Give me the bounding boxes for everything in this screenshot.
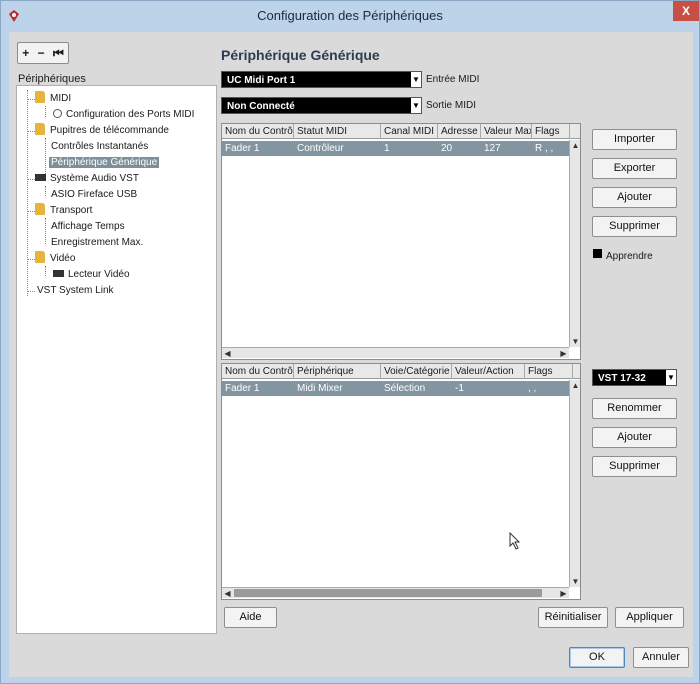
column-header[interactable]: Valeur/Action [452, 364, 525, 379]
add-control-button[interactable]: Ajouter [592, 187, 677, 208]
learn-label: Apprendre [606, 251, 653, 262]
column-header[interactable]: Statut MIDI [294, 124, 381, 139]
controls-table-vscroll[interactable]: ▲ ▼ [569, 140, 580, 347]
video-player-icon [53, 270, 64, 277]
tree-item-quick-controls[interactable]: Contrôles Instantanés [51, 139, 148, 155]
tree-item-time-display[interactable]: Affichage Temps [51, 219, 125, 235]
add-device-button[interactable]: + [22, 46, 29, 60]
table-row[interactable]: Fader 1 Contrôleur 1 20 127 R , , [222, 141, 569, 156]
scroll-up-icon[interactable]: ▲ [570, 380, 581, 391]
column-header[interactable]: Valeur Max. [481, 124, 532, 139]
chevron-down-icon: ▼ [411, 72, 421, 87]
midi-input-select[interactable]: UC Midi Port 1 ▼ [221, 71, 422, 88]
scroll-right-icon[interactable]: ▶ [558, 348, 569, 359]
controls-table: Nom du Contrôle Statut MIDI Canal MIDI A… [221, 123, 581, 360]
rename-bank-button[interactable]: Renommer [592, 398, 677, 419]
scroll-thumb[interactable] [234, 589, 542, 597]
export-button[interactable]: Exporter [592, 158, 677, 179]
controls-table-hscroll[interactable]: ◀ ▶ [222, 347, 569, 358]
bank-table-vscroll[interactable]: ▲ ▼ [569, 380, 580, 587]
column-header[interactable]: Flags [525, 364, 573, 379]
scroll-down-icon[interactable]: ▼ [570, 576, 581, 587]
ok-button[interactable]: OK [569, 647, 625, 668]
midi-output-select[interactable]: Non Connecté ▼ [221, 97, 422, 114]
dialog-body: + − ⏮ Périphériques MIDI Configuration d… [9, 32, 693, 677]
midi-output-label: Sortie MIDI [426, 100, 477, 111]
table-row[interactable]: Fader 1 Midi Mixer Sélection -1 , , [222, 381, 569, 396]
add-bank-button[interactable]: Ajouter [592, 427, 677, 448]
scroll-left-icon[interactable]: ◀ [222, 348, 233, 359]
panel-title: Périphérique Générique [221, 47, 380, 63]
midi-input-label: Entrée MIDI [426, 74, 480, 85]
reset-device-button[interactable]: ⏮ [53, 46, 64, 61]
chevron-down-icon: ▼ [411, 98, 421, 113]
tree-item-midi-port-setup[interactable]: Configuration des Ports MIDI [53, 107, 194, 123]
folder-icon [35, 203, 45, 215]
scroll-up-icon[interactable]: ▲ [570, 140, 581, 151]
bank-select[interactable]: VST 17-32 ▼ [592, 369, 677, 386]
tree-item-video[interactable]: Vidéo [35, 251, 75, 267]
column-header[interactable]: Flags [532, 124, 570, 139]
column-header[interactable]: Canal MIDI [381, 124, 438, 139]
bank-table-hscroll[interactable]: ◀ ▶ [222, 587, 569, 598]
tree-item-video-player[interactable]: Lecteur Vidéo [53, 267, 130, 283]
scroll-left-icon[interactable]: ◀ [222, 588, 233, 599]
column-header[interactable]: Adresse [438, 124, 481, 139]
remove-device-button[interactable]: − [38, 46, 45, 60]
scroll-down-icon[interactable]: ▼ [570, 336, 581, 347]
column-header[interactable]: Nom du Contrôle [222, 364, 294, 379]
close-button[interactable]: X [673, 1, 699, 21]
device-tree[interactable]: MIDI Configuration des Ports MIDI Pupitr… [16, 85, 217, 634]
delete-bank-button[interactable]: Supprimer [592, 456, 677, 477]
help-button[interactable]: Aide [224, 607, 277, 628]
window-title: Configuration des Périphériques [257, 8, 443, 23]
controls-table-header: Nom du Contrôle Statut MIDI Canal MIDI A… [222, 124, 580, 139]
devices-label: Périphériques [18, 73, 86, 85]
tree-item-record-time-max[interactable]: Enregistrement Max. [51, 235, 143, 251]
tree-item-vst-audio-system[interactable]: Système Audio VST [35, 171, 139, 187]
device-setup-window: Configuration des Périphériques X + − ⏮ … [0, 0, 700, 684]
bank-table: Nom du Contrôle Périphérique Voie/Catégo… [221, 363, 581, 600]
import-button[interactable]: Importer [592, 129, 677, 150]
title-bar[interactable]: Configuration des Périphériques X [1, 1, 699, 31]
learn-checkbox[interactable] [593, 249, 602, 258]
folder-icon [35, 91, 45, 103]
delete-control-button[interactable]: Supprimer [592, 216, 677, 237]
midi-port-icon [53, 109, 62, 118]
tree-item-midi[interactable]: MIDI [35, 91, 71, 107]
apply-button[interactable]: Appliquer [615, 607, 684, 628]
folder-icon [35, 123, 45, 135]
tree-item-transport[interactable]: Transport [35, 203, 92, 219]
tree-item-remote-devices[interactable]: Pupitres de télécommande [35, 123, 169, 139]
column-header[interactable]: Nom du Contrôle [222, 124, 294, 139]
chevron-down-icon: ▼ [666, 370, 676, 385]
cancel-button[interactable]: Annuler [633, 647, 689, 668]
tree-item-vst-system-link[interactable]: VST System Link [37, 283, 114, 299]
tree-toolbar: + − ⏮ [17, 42, 69, 64]
mouse-cursor-icon [509, 532, 521, 550]
column-header[interactable]: Périphérique [294, 364, 381, 379]
reset-button[interactable]: Réinitialiser [538, 607, 608, 628]
scroll-right-icon[interactable]: ▶ [558, 588, 569, 599]
column-header[interactable]: Voie/Catégorie [381, 364, 452, 379]
audio-system-icon [35, 174, 46, 181]
bank-table-header: Nom du Contrôle Périphérique Voie/Catégo… [222, 364, 580, 379]
tree-item-generic-remote[interactable]: Périphérique Générique [49, 155, 160, 171]
tree-item-asio-fireface[interactable]: ASIO Fireface USB [51, 187, 137, 203]
folder-icon [35, 251, 45, 263]
